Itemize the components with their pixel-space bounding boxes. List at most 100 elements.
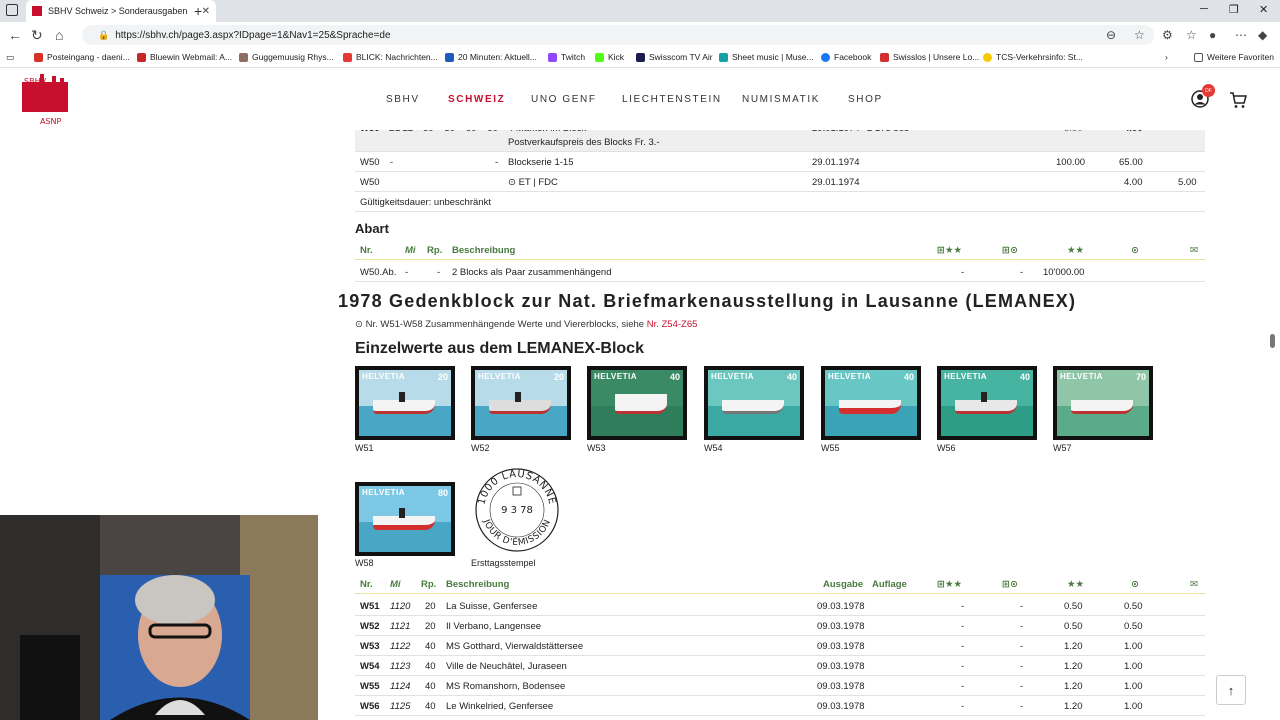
col-mint: ★★ (1067, 579, 1085, 590)
nav-liechtenstein[interactable]: LIECHTENSTEIN (622, 94, 722, 105)
stamp-label: W53 (587, 443, 606, 453)
cell-c3: 1.20 (1064, 661, 1083, 672)
nav-sbhv[interactable]: SBHV (386, 94, 420, 105)
cell-mi: 1120 (390, 601, 411, 612)
cell-c4: 65.00 (1119, 157, 1143, 168)
bookmark-item[interactable]: TCS-Verkehrsinfo: St... (983, 52, 1083, 62)
reader-icon[interactable]: ⊖ (1106, 28, 1116, 42)
col-rp: Rp. (427, 245, 443, 256)
musescore-icon (719, 52, 728, 62)
url-field[interactable]: 🔒 https://sbhv.ch/page3.aspx?IDpage=1&Na… (82, 25, 1154, 45)
favorites-icon[interactable]: ☆ (1186, 28, 1197, 42)
col-block-mint: ⊞★★ (937, 245, 962, 256)
browser-tab[interactable]: SBHV Schweiz > Sonderausgaben ✕ (26, 0, 216, 22)
stamp-value: 40 (669, 372, 680, 382)
bookmark-item[interactable]: Facebook (821, 52, 871, 62)
col-block-used: ⊞⊙ (1002, 245, 1018, 256)
favorite-star-icon[interactable]: ☆ (1134, 28, 1145, 42)
back-icon[interactable]: ← (8, 27, 22, 43)
note-link[interactable]: Nr. Z54-Z65 (647, 319, 698, 330)
first-day-postmark-image[interactable]: 1000 LAUSANNE JOUR D'ÉMISSION 9 3 78 (474, 467, 560, 553)
bookmark-item[interactable]: Posteingang - daeni... (34, 52, 130, 62)
abart-heading: Abart (355, 221, 389, 236)
webcam-video-image (0, 515, 318, 720)
other-favorites[interactable]: Weitere Favoriten (1194, 52, 1274, 62)
swisscom-icon (636, 52, 645, 62)
cell-rp: 40 (425, 661, 436, 672)
copilot-icon[interactable]: ◆ (1258, 28, 1267, 42)
minimize-icon[interactable]: ─ (1200, 3, 1208, 15)
scrollbar-thumb[interactable] (1270, 334, 1275, 348)
bookmark-item[interactable]: BLICK: Nachrichten... (343, 52, 438, 62)
col-mi: Mi (405, 245, 416, 256)
sbhv-logo[interactable]: SBHV ASNP (18, 72, 72, 126)
stamp-country: HELVETIA (362, 372, 405, 381)
postmark-date: 9 3 78 (501, 505, 533, 516)
stamp-value: 40 (1019, 372, 1030, 382)
col-auflage: Auflage (872, 579, 907, 590)
bookmark-item[interactable]: Bluewin Webmail: A... (137, 52, 232, 62)
validity-row: Gültigkeitsdauer: unbeschränkt (355, 192, 1205, 212)
maximize-icon[interactable]: ❐ (1229, 3, 1239, 16)
cell-desc: Le Winkelried, Genfersee (446, 701, 554, 712)
nav-shop[interactable]: SHOP (848, 94, 883, 105)
new-tab-icon[interactable]: + (194, 3, 202, 19)
lock-icon: 🔒 (98, 29, 110, 40)
cell-c2: - (1020, 267, 1024, 278)
table-row: W50.Ab. - - 2 Blocks als Paar zusammenhä… (355, 262, 1205, 282)
bookmark-item[interactable]: Sheet music | Muse... (719, 52, 814, 62)
kick-icon (595, 52, 604, 62)
bluewin-icon (137, 52, 146, 62)
stamp-image[interactable]: HELVETIA 20 (355, 366, 455, 440)
cell-mi: 1122 (390, 641, 411, 652)
table-row: W54 1123 40 Ville de Neuchâtel, Juraseen 09.… (355, 656, 1205, 676)
cart-icon[interactable] (1229, 91, 1247, 109)
postmark-label: Ersttagsstempel (471, 558, 536, 568)
stamp-country: HELVETIA (478, 372, 521, 381)
profile-icon[interactable]: ● (1209, 28, 1216, 42)
extensions-icon[interactable]: ⚙ (1162, 28, 1173, 42)
cell-rp: 40 (425, 701, 436, 712)
stamp-value: 40 (786, 372, 797, 382)
tcs-icon (983, 52, 992, 62)
cell-rp: 40 (425, 681, 436, 692)
stamp-country: HELVETIA (1060, 372, 1103, 381)
nav-schweiz[interactable]: SCHWEIZ (448, 94, 505, 105)
cell-c1: - (961, 661, 965, 672)
stamp-image[interactable]: HELVETIA 70 (1053, 366, 1153, 440)
table-row: W51 1120 20 La Suisse, Genfersee 09.03.1978 -… (355, 596, 1205, 616)
stamp-image[interactable]: HELVETIA 40 (821, 366, 921, 440)
bookmark-item[interactable]: Kick (595, 52, 624, 62)
swisslos-icon (880, 52, 889, 62)
bookmark-item[interactable]: Twitch (548, 52, 585, 62)
stamp-country: HELVETIA (362, 488, 405, 497)
nav-uno-genf[interactable]: UNO GENF (531, 94, 597, 105)
stamp-image[interactable]: HELVETIA 40 (937, 366, 1037, 440)
home-icon[interactable]: ⌂ (55, 27, 63, 43)
more-menu-icon[interactable]: ⋯ (1235, 28, 1247, 42)
bookmarks-toggle-icon[interactable]: ▭ (6, 52, 14, 63)
cell-c2: - (1020, 681, 1024, 692)
bookmark-item[interactable]: Swisslos | Unsere Lo... (880, 52, 979, 62)
cell-c2: - (1020, 701, 1024, 712)
refresh-icon[interactable]: ↻ (31, 27, 43, 44)
nav-numismatik[interactable]: NUMISMATIK (742, 94, 820, 105)
page-scrollbar[interactable] (1268, 68, 1280, 720)
stamp-image[interactable]: HELVETIA 40 (704, 366, 804, 440)
bookmarks-overflow-icon[interactable]: › (1165, 52, 1168, 62)
facebook-icon (821, 52, 830, 62)
stamp-image[interactable]: HELVETIA 20 (471, 366, 571, 440)
cell-c3: 1.20 (1064, 681, 1083, 692)
cell-desc: La Suisse, Genfersee (446, 601, 538, 612)
cell-c1: - (961, 267, 965, 278)
bookmark-item[interactable]: 20 Minuten: Aktuell... (445, 52, 537, 62)
bookmark-item[interactable]: Guggemuusig Rhys... (239, 52, 334, 62)
bookmark-item[interactable]: Swisscom TV Air (636, 52, 713, 62)
cell-c3: 100.00 (1056, 157, 1086, 168)
tab-close-icon[interactable]: ✕ (202, 6, 210, 17)
tab-actions-icon[interactable] (6, 4, 18, 16)
stamp-image[interactable]: HELVETIA 40 (587, 366, 687, 440)
scroll-to-top-button[interactable]: ↑ (1216, 675, 1246, 705)
close-window-icon[interactable]: ✕ (1259, 3, 1268, 16)
stamp-image[interactable]: HELVETIA 80 (355, 482, 455, 556)
